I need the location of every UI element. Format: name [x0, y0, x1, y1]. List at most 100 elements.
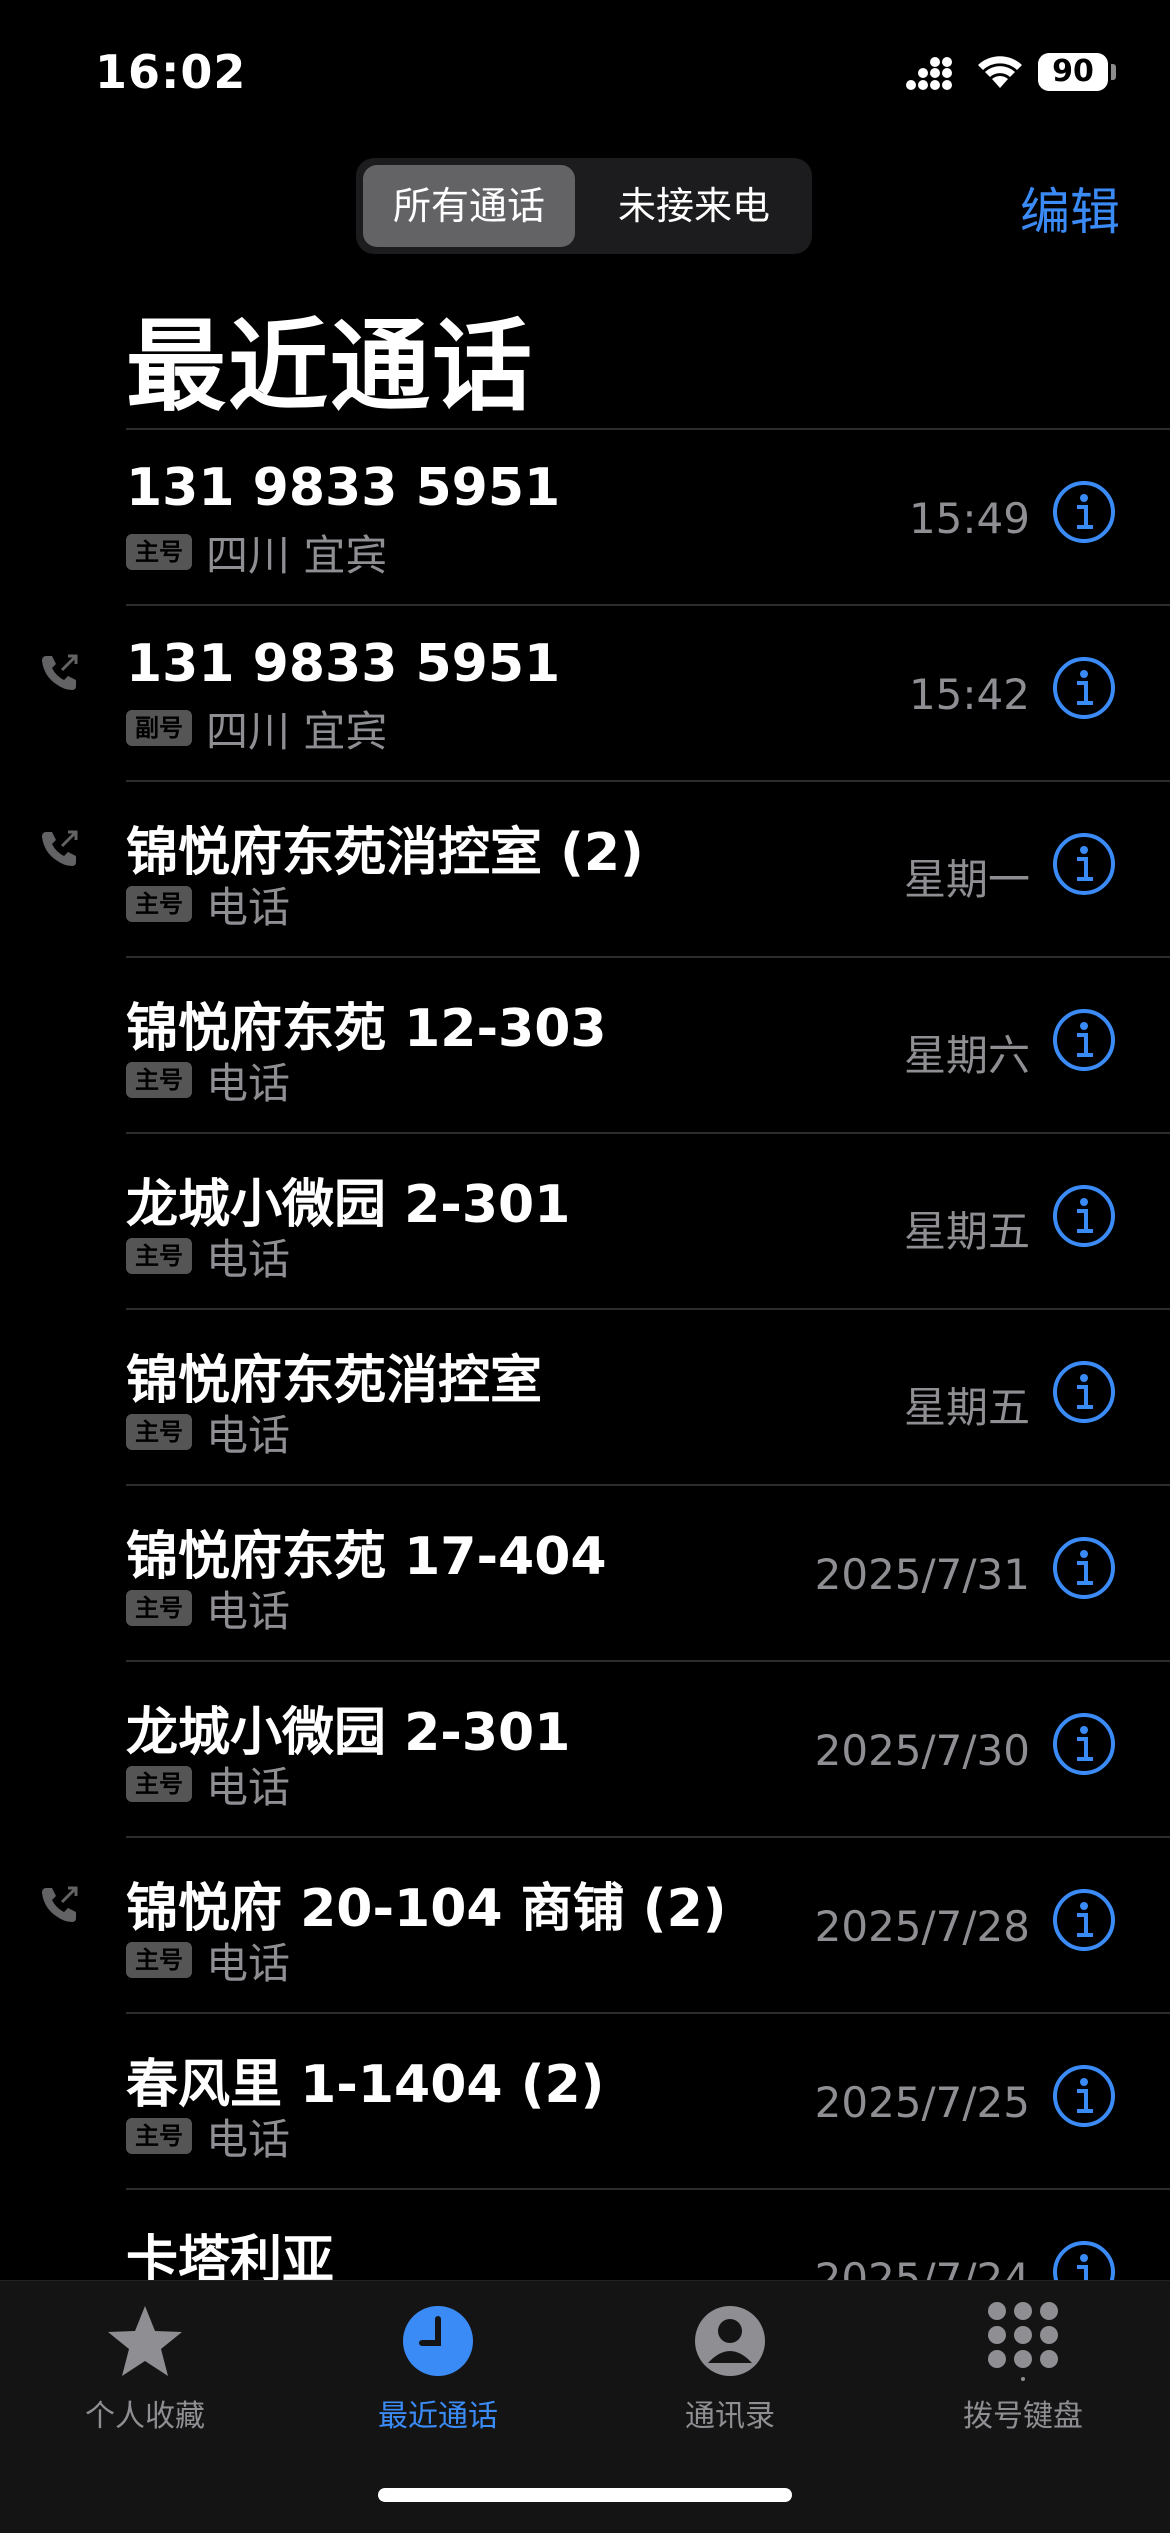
caller-name: 卡塔利亚: [126, 2231, 335, 2280]
call-row[interactable]: 锦悦府 20-104 商铺 (2) 主号 电话 2025/7/28: [0, 1836, 1170, 2012]
tab-label: 个人收藏: [85, 2399, 205, 2434]
segment-all-calls[interactable]: 所有通话: [363, 165, 575, 247]
call-label: 电话: [206, 1938, 291, 1988]
call-row[interactable]: 131 9833 5951 副号 四川 宜宾 15:42: [0, 604, 1170, 780]
sim-badge: 主号: [126, 1238, 192, 1274]
row-separator: [126, 956, 1170, 958]
row-separator: [126, 604, 1170, 606]
call-row[interactable]: 锦悦府东苑 17-404 主号 电话 2025/7/31: [0, 1484, 1170, 1660]
sim-badge: 主号: [126, 1766, 192, 1802]
tab-keypad[interactable]: 拨号键盘: [893, 2301, 1153, 2435]
sim-badge: 主号: [126, 2118, 192, 2154]
call-label: 电话: [206, 2114, 291, 2164]
info-icon[interactable]: [1052, 1888, 1116, 1952]
sim-badge: 主号: [126, 1062, 192, 1098]
call-subtitle: 主号 电话: [126, 1408, 290, 1460]
info-icon[interactable]: [1052, 480, 1116, 544]
call-row[interactable]: 锦悦府东苑 12-303 主号 电话 星期六: [0, 956, 1170, 1132]
row-separator: [126, 1308, 1170, 1310]
keypad-icon: [988, 2302, 1058, 2381]
battery-icon: 90: [1038, 53, 1108, 91]
recents-list[interactable]: 131 9833 5951 主号 四川 宜宾 15:49 131 9833 5951 副号…: [0, 428, 1170, 2280]
wifi-icon: [978, 56, 1022, 88]
tab-bar: 个人收藏 最近通话 通讯录 拨号键盘: [0, 2280, 1170, 2533]
call-label: 电话: [206, 1762, 291, 1812]
outgoing-call-icon: [42, 1886, 78, 1922]
info-icon[interactable]: [1052, 1184, 1116, 1248]
info-icon[interactable]: [1052, 1360, 1116, 1424]
info-icon[interactable]: [1052, 832, 1116, 896]
call-row[interactable]: 春风里 1-1404 (2) 主号 电话 2025/7/25: [0, 2012, 1170, 2188]
call-filter-segmented-control: 所有通话 未接来电: [356, 158, 812, 254]
info-icon[interactable]: [1052, 1536, 1116, 1600]
call-row[interactable]: 131 9833 5951 主号 四川 宜宾 15:49: [0, 428, 1170, 604]
caller-name: 龙城小微园 2-301: [126, 1703, 571, 1763]
call-subtitle: 主号 电话: [126, 1232, 290, 1284]
segment-missed-calls[interactable]: 未接来电: [584, 165, 804, 247]
call-row[interactable]: 卡塔利亚 2025/7/24: [0, 2188, 1170, 2280]
sim-badge: 主号: [126, 886, 192, 922]
tab-favorites[interactable]: 个人收藏: [15, 2301, 275, 2435]
caller-name: 龙城小微园 2-301: [126, 1175, 571, 1235]
call-label: 电话: [206, 1234, 291, 1284]
call-time: 2025/7/24: [814, 2254, 1030, 2280]
edit-button[interactable]: 编辑: [1020, 172, 1120, 244]
call-time: 2025/7/30: [814, 1726, 1030, 1775]
call-label: 四川 宜宾: [206, 706, 388, 756]
call-time: 2025/7/31: [814, 1550, 1030, 1599]
call-label: 电话: [206, 1410, 291, 1460]
tab-recents[interactable]: 最近通话: [308, 2301, 568, 2435]
call-subtitle: 主号 四川 宜宾: [126, 528, 387, 580]
call-time: 星期一: [903, 855, 1030, 904]
call-row[interactable]: 锦悦府东苑消控室 主号 电话 星期五: [0, 1308, 1170, 1484]
clock-icon: [403, 2306, 473, 2376]
home-indicator: [378, 2488, 792, 2502]
call-label: 四川 宜宾: [206, 530, 388, 580]
info-icon[interactable]: [1052, 656, 1116, 720]
call-subtitle: 主号 电话: [126, 2112, 290, 2164]
row-separator: [126, 428, 1170, 430]
info-icon[interactable]: [1052, 1712, 1116, 1776]
info-icon[interactable]: [1052, 2064, 1116, 2128]
star-icon: [108, 2306, 182, 2376]
outgoing-call-icon: [42, 830, 78, 866]
call-time: 星期五: [903, 1207, 1030, 1256]
page-title: 最近通话: [126, 308, 534, 425]
call-label: 电话: [206, 1586, 291, 1636]
call-time: 星期六: [903, 1031, 1030, 1080]
caller-name: 锦悦府东苑 17-404: [126, 1527, 607, 1587]
call-time: 2025/7/25: [814, 2078, 1030, 2127]
status-bar: 16:02 90: [0, 0, 1170, 150]
call-time: 星期五: [903, 1383, 1030, 1432]
row-separator: [126, 1660, 1170, 1662]
info-icon[interactable]: [1052, 1008, 1116, 1072]
row-separator: [126, 1132, 1170, 1134]
caller-name: 锦悦府东苑消控室 (2): [126, 823, 644, 883]
call-subtitle: 副号 四川 宜宾: [126, 704, 387, 756]
caller-name: 春风里 1-1404 (2): [126, 2055, 605, 2115]
caller-name: 锦悦府东苑消控室: [126, 1351, 543, 1411]
call-time: 15:42: [908, 670, 1030, 719]
call-subtitle: 主号 电话: [126, 1760, 290, 1812]
info-icon[interactable]: [1052, 2240, 1116, 2280]
tab-label: 最近通话: [378, 2399, 498, 2434]
tab-contacts[interactable]: 通讯录: [600, 2301, 860, 2435]
call-subtitle: 主号 电话: [126, 1056, 290, 1108]
person-icon: [695, 2306, 765, 2376]
call-time: 2025/7/28: [814, 1902, 1030, 1951]
row-separator: [126, 1836, 1170, 1838]
call-label: 电话: [206, 882, 291, 932]
sim-badge: 主号: [126, 1942, 192, 1978]
call-row[interactable]: 锦悦府东苑消控室 (2) 主号 电话 星期一: [0, 780, 1170, 956]
row-separator: [126, 1484, 1170, 1486]
call-row[interactable]: 龙城小微园 2-301 主号 电话 2025/7/30: [0, 1660, 1170, 1836]
tab-label: 拨号键盘: [963, 2399, 1083, 2434]
sim-badge: 主号: [126, 1590, 192, 1626]
outgoing-call-icon: [42, 654, 78, 690]
row-separator: [126, 780, 1170, 782]
sim-badge: 主号: [126, 1414, 192, 1450]
cellular-signal-icon: [906, 57, 952, 90]
sim-badge: 副号: [126, 710, 192, 746]
call-row[interactable]: 龙城小微园 2-301 主号 电话 星期五: [0, 1132, 1170, 1308]
call-subtitle: 主号 电话: [126, 1936, 290, 1988]
